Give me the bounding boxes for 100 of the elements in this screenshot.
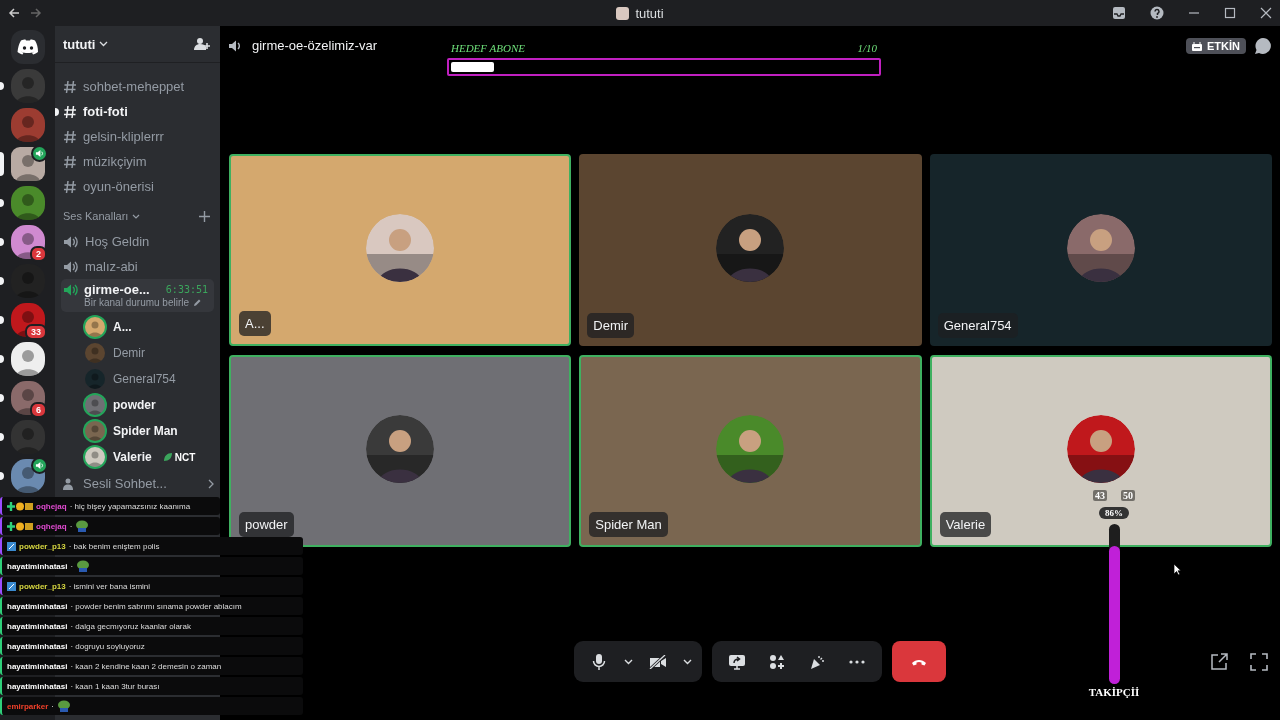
chat-username: emirparker xyxy=(7,701,49,711)
text-channel[interactable]: sohbet-meheppet xyxy=(61,74,214,99)
badges-icon xyxy=(7,501,33,511)
video-tile[interactable]: Demir xyxy=(579,154,922,346)
chat-text: · bak benim eniştem polis xyxy=(68,541,160,551)
member-name[interactable]: powder xyxy=(113,398,156,412)
participant-name: Demir xyxy=(587,313,634,338)
channel-link[interactable]: Sesli Sohbet... xyxy=(61,471,214,496)
chat-username: hayatiminhatasi xyxy=(7,601,68,611)
chat-username: oqhejaq xyxy=(36,521,67,531)
goal-count: 1/10 xyxy=(857,42,877,54)
participant-name: powder xyxy=(239,512,294,537)
chat-username: hayatiminhatasi xyxy=(7,561,68,571)
avatar[interactable] xyxy=(85,317,105,337)
chat-text: · powder benim sabrımı sınama powder ablacım xyxy=(70,601,242,611)
maximize-icon[interactable] xyxy=(1224,7,1236,19)
voice-channel[interactable]: malız-abi xyxy=(61,254,214,279)
member-name[interactable]: Spider Man xyxy=(113,424,178,438)
meter-label: TAKİPÇİİ xyxy=(1088,686,1140,698)
avatar[interactable] xyxy=(85,395,105,415)
video-tile[interactable]: A... xyxy=(229,154,572,346)
server-icon xyxy=(616,6,630,20)
channel-status[interactable]: Bir kanal durumu belirle xyxy=(84,297,190,308)
active-voice-channel[interactable]: girme-oe... 6:33:51 Bir kanal durumu belirle xyxy=(61,279,214,312)
avatar[interactable] xyxy=(85,421,105,441)
chat-text: · hiç bişey yapamazsınız kaanıma xyxy=(69,501,191,511)
hash-icon xyxy=(63,179,77,194)
goal-label: HEDEF ABONE xyxy=(450,42,525,54)
member-name[interactable]: General754 xyxy=(113,372,176,386)
speaker-icon xyxy=(63,234,79,249)
text-channel[interactable]: müzikçiyim xyxy=(61,149,214,174)
voice-channel[interactable]: Hoş Geldin xyxy=(61,229,214,254)
participant-name: General754 xyxy=(937,313,1018,338)
forward-icon[interactable] xyxy=(30,7,42,19)
chat-username: hayatiminhatasi xyxy=(7,621,68,631)
video-tile[interactable]: powder xyxy=(229,355,572,547)
voice-connected-icon xyxy=(63,282,79,297)
pencil-icon[interactable] xyxy=(193,298,203,307)
chat-username: powder_p13 xyxy=(19,541,66,551)
meter-percent: 86% xyxy=(1099,507,1129,519)
hash-icon xyxy=(63,129,77,144)
server-icon[interactable] xyxy=(10,225,45,259)
badge-icon xyxy=(7,541,16,551)
chat-text: · xyxy=(69,521,73,531)
chat-username: hayatiminhatasi xyxy=(7,661,68,671)
channel-name: girme-oe... xyxy=(84,282,150,297)
hash-icon xyxy=(63,154,77,169)
speaker-icon xyxy=(63,259,79,274)
server-name[interactable]: tututi xyxy=(63,36,96,52)
category-header[interactable]: Ses Kanalları xyxy=(63,210,129,222)
inbox-icon[interactable] xyxy=(1112,6,1126,20)
back-icon[interactable] xyxy=(8,7,20,19)
server-icon[interactable] xyxy=(10,459,45,493)
avatar[interactable] xyxy=(85,447,105,467)
chat-username: hayatiminhatasi xyxy=(7,641,68,651)
member-name[interactable]: Valerie xyxy=(113,450,152,464)
member-name[interactable]: A... xyxy=(113,320,132,334)
text-channel[interactable]: foti-foti xyxy=(61,99,214,124)
server-icon[interactable] xyxy=(10,147,45,181)
invite-icon[interactable] xyxy=(194,37,210,51)
cursor-icon xyxy=(1173,563,1182,576)
close-icon[interactable] xyxy=(1260,7,1272,19)
text-channel[interactable]: oyun-önerisi xyxy=(61,174,214,199)
popout-icon[interactable] xyxy=(1210,652,1228,671)
chat-text: · ismini ver bana ismini xyxy=(68,581,151,591)
badge-icon xyxy=(7,581,16,591)
member-name[interactable]: Demir xyxy=(113,346,145,360)
badges-icon xyxy=(7,521,33,531)
text-channel[interactable]: gelsin-kliplerrr xyxy=(61,124,214,149)
chat-text: · xyxy=(51,701,55,711)
hash-icon xyxy=(63,104,77,119)
disconnect-button[interactable] xyxy=(892,641,946,682)
mention-badge: 33 xyxy=(25,324,47,340)
fullscreen-icon[interactable] xyxy=(1250,652,1268,671)
chevron-icon[interactable] xyxy=(132,213,141,219)
participant-name: Spider Man xyxy=(589,512,668,537)
phone-icon xyxy=(911,657,927,666)
chat-text: · kaan 1 kaan 3tur burası xyxy=(70,681,160,691)
help-icon[interactable] xyxy=(1150,6,1164,20)
channel-title: girme-oe-özelimiz-var xyxy=(252,38,377,53)
video-tile[interactable]: Spider Man xyxy=(579,355,922,547)
hash-icon xyxy=(63,79,77,94)
add-icon[interactable] xyxy=(199,210,210,222)
chat-text: · xyxy=(70,561,74,571)
call-timer: 6:33:51 xyxy=(165,284,208,295)
chat-username: oqhejaq xyxy=(36,501,67,511)
activity-badge[interactable]: ETKİN xyxy=(1186,38,1246,54)
server-icon[interactable] xyxy=(10,342,45,376)
discord-logo-icon[interactable] xyxy=(10,30,45,64)
chat-text: · dalga gecmıyoruz kaanlar olarak xyxy=(70,621,191,631)
meter-mark: 50 xyxy=(1121,490,1135,501)
chat-username: powder_p13 xyxy=(19,581,66,591)
video-tile[interactable]: General754 xyxy=(929,154,1272,346)
participant-name: A... xyxy=(239,311,271,336)
chat-text: · dogruyu soyluyoruz xyxy=(70,641,145,651)
meter-mark: 43 xyxy=(1093,490,1107,501)
participant-name: Valerie xyxy=(939,512,992,537)
chat-icon[interactable] xyxy=(1254,37,1272,55)
chat-username: hayatiminhatasi xyxy=(7,681,68,691)
window-title: tututi xyxy=(635,5,664,21)
